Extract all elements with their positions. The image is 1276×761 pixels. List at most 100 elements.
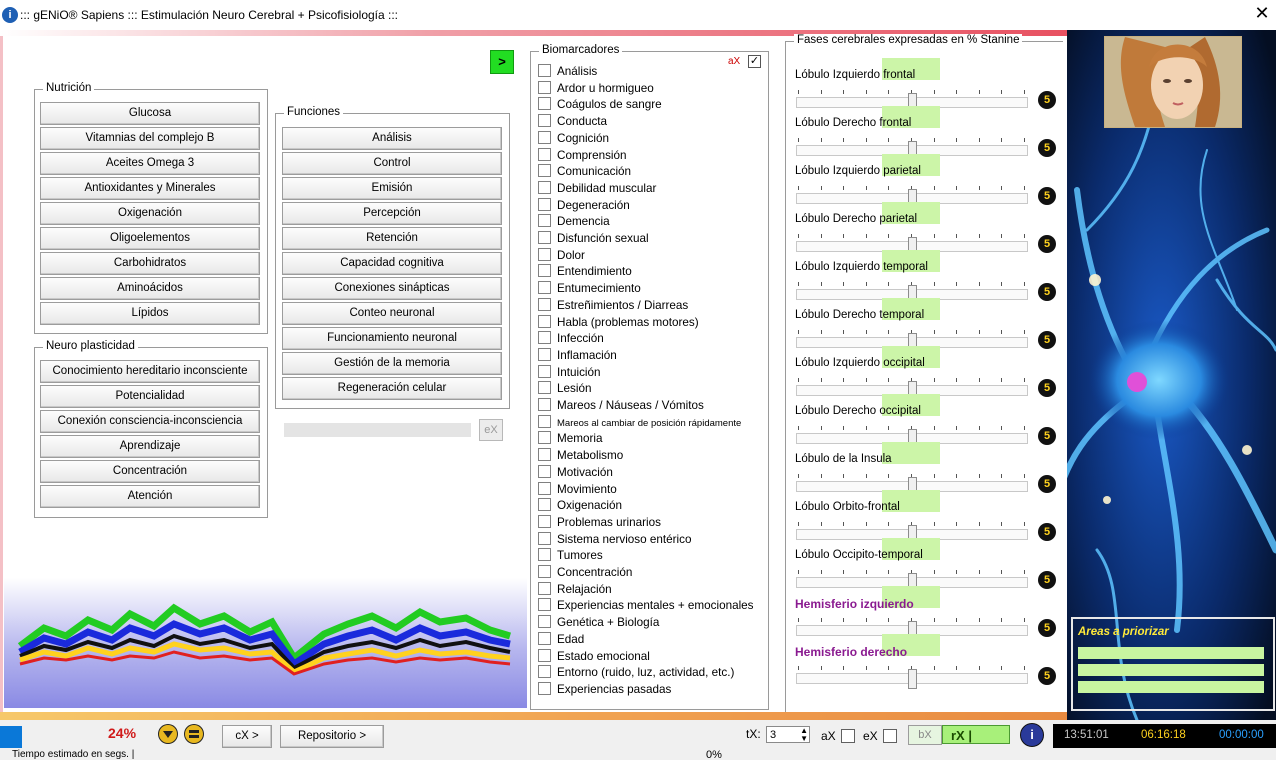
biomarcador-checkbox[interactable] bbox=[538, 381, 551, 395]
biomarcador-item[interactable]: Experiencias mentales + emocionales bbox=[538, 598, 754, 614]
biomarcador-checkbox[interactable] bbox=[538, 414, 551, 428]
biomarcador-item[interactable]: Problemas urinarios bbox=[538, 514, 661, 531]
biomarcador-item[interactable]: Memoria bbox=[538, 431, 602, 447]
cx-button[interactable]: cX > bbox=[222, 725, 272, 748]
neuro-button-atencion[interactable]: Atención bbox=[40, 485, 260, 508]
down-arrow-icon[interactable] bbox=[158, 724, 178, 744]
biomarcador-checkbox[interactable] bbox=[538, 431, 551, 445]
biomarcador-item[interactable]: Metabolismo bbox=[538, 448, 623, 464]
bx-button[interactable]: bX bbox=[908, 725, 942, 745]
biomarcador-item[interactable]: Habla (problemas motores) bbox=[538, 314, 699, 331]
biomarcador-checkbox[interactable] bbox=[538, 598, 551, 612]
biomarcador-item[interactable]: Movimiento bbox=[538, 481, 617, 498]
tx-spinner[interactable]: 3 ▲ ▼ bbox=[766, 726, 810, 743]
biomarcador-checkbox[interactable] bbox=[538, 565, 551, 578]
funciones-button-funcionamiento-neuronal[interactable]: Funcionamiento neuronal bbox=[282, 327, 502, 350]
biomarcador-item[interactable]: Comprensión bbox=[538, 147, 627, 164]
biomarcador-item[interactable]: Intuición bbox=[538, 364, 601, 381]
biomarcador-item[interactable]: Mareos al cambiar de posición rápidament… bbox=[538, 414, 741, 431]
funciones-button-gestion-de-la-memoria[interactable]: Gestión de la memoria bbox=[282, 352, 502, 375]
biomarcador-item[interactable]: Disfunción sexual bbox=[538, 231, 649, 247]
biomarcador-checkbox[interactable] bbox=[538, 231, 551, 244]
biomarcador-checkbox[interactable] bbox=[538, 631, 551, 645]
biomarcador-checkbox[interactable] bbox=[538, 548, 551, 562]
neuro-button-potencialidad[interactable]: Potencialidad bbox=[40, 385, 260, 408]
ex-checkbox[interactable] bbox=[883, 729, 897, 743]
biomarcador-checkbox[interactable] bbox=[538, 531, 551, 545]
biomarcador-checkbox[interactable] bbox=[538, 648, 551, 662]
biomarcador-checkbox[interactable] bbox=[538, 314, 551, 328]
biomarcador-checkbox[interactable] bbox=[538, 214, 551, 228]
info-icon[interactable]: i bbox=[1020, 723, 1044, 747]
biomarcador-item[interactable]: Coágulos de sangre bbox=[538, 97, 662, 113]
biomarcador-item[interactable]: Estreñimientos / Diarreas bbox=[538, 297, 688, 314]
nutricion-button-oxigenacion[interactable]: Oxigenación bbox=[40, 202, 260, 225]
biomarcador-checkbox[interactable] bbox=[538, 97, 551, 111]
next-button[interactable]: > bbox=[490, 50, 514, 74]
biomarcador-item[interactable]: Infección bbox=[538, 331, 604, 347]
ax-checkbox[interactable] bbox=[841, 729, 855, 743]
biomarcador-checkbox[interactable] bbox=[538, 80, 551, 94]
biomarcador-item[interactable]: Entumecimiento bbox=[538, 281, 641, 297]
biomarcador-item[interactable]: Inflamación bbox=[538, 347, 617, 364]
biomarcador-checkbox[interactable] bbox=[538, 331, 551, 345]
phase-slider-thumb[interactable] bbox=[908, 669, 917, 689]
biomarcador-checkbox[interactable] bbox=[538, 130, 551, 144]
biomarcador-checkbox[interactable] bbox=[538, 164, 551, 178]
neuro-button-concentracion[interactable]: Concentración bbox=[40, 460, 260, 483]
funciones-button-regeneracion-celular[interactable]: Regeneración celular bbox=[282, 377, 502, 400]
biomarcador-item[interactable]: Lesión bbox=[538, 381, 591, 397]
biomarcador-checkbox[interactable] bbox=[538, 665, 551, 679]
biomarcador-checkbox[interactable] bbox=[538, 197, 551, 211]
menu-lines-icon[interactable] bbox=[184, 724, 204, 744]
biomarcador-item[interactable]: Experiencias pasadas bbox=[538, 681, 671, 698]
biomarcador-item[interactable]: Estado emocional bbox=[538, 648, 650, 665]
nutricion-button-aceites-omega-3[interactable]: Aceites Omega 3 bbox=[40, 152, 260, 175]
nutricion-button-aminoacidos[interactable]: Aminoácidos bbox=[40, 277, 260, 300]
biomarcador-checkbox[interactable] bbox=[538, 364, 551, 378]
nutricion-button-vitamnias-del-complejo-b[interactable]: Vitamnias del complejo B bbox=[40, 127, 260, 150]
biomarcador-item[interactable]: Degeneración bbox=[538, 197, 630, 214]
close-icon[interactable]: ✕ bbox=[1252, 3, 1272, 24]
biomarcador-checkbox[interactable] bbox=[538, 681, 551, 695]
biomarcador-item[interactable]: Dolor bbox=[538, 247, 585, 264]
funciones-button-percepcion[interactable]: Percepción bbox=[282, 202, 502, 225]
biomarcador-item[interactable]: Edad bbox=[538, 631, 584, 648]
funciones-button-conexiones-sinapticas[interactable]: Conexiones sinápticas bbox=[282, 277, 502, 300]
biomarcador-checkbox[interactable] bbox=[538, 247, 551, 261]
funciones-button-control[interactable]: Control bbox=[282, 152, 502, 175]
nutricion-button-glucosa[interactable]: Glucosa bbox=[40, 102, 260, 125]
biomarcadores-ax-checkbox[interactable]: ✓ bbox=[748, 55, 761, 68]
biomarcador-checkbox[interactable] bbox=[538, 448, 551, 462]
biomarcador-item[interactable]: Ardor u hormigueo bbox=[538, 80, 654, 97]
biomarcador-checkbox[interactable] bbox=[538, 264, 551, 278]
nutricion-button-antioxidantes-y-minerales[interactable]: Antioxidantes y Minerales bbox=[40, 177, 260, 200]
biomarcador-checkbox[interactable] bbox=[538, 581, 551, 595]
biomarcador-checkbox[interactable] bbox=[538, 347, 551, 361]
biomarcador-checkbox[interactable] bbox=[538, 64, 551, 77]
ex-button[interactable]: eX bbox=[479, 419, 503, 441]
biomarcador-checkbox[interactable] bbox=[538, 498, 551, 512]
biomarcador-checkbox[interactable] bbox=[538, 398, 551, 411]
biomarcador-item[interactable]: Entorno (ruido, luz, actividad, etc.) bbox=[538, 665, 734, 681]
funciones-button-conteo-neuronal[interactable]: Conteo neuronal bbox=[282, 302, 502, 325]
rx-button[interactable]: rX | bbox=[942, 725, 1010, 744]
neuro-button-conocimiento-hereditario-inconsciente[interactable]: Conocimiento hereditario inconsciente bbox=[40, 360, 260, 383]
biomarcador-item[interactable]: Demencia bbox=[538, 214, 610, 230]
funciones-button-analisis[interactable]: Análisis bbox=[282, 127, 502, 150]
nutricion-button-oligoelementos[interactable]: Oligoelementos bbox=[40, 227, 260, 250]
app-info-icon[interactable]: i bbox=[2, 7, 18, 23]
biomarcador-item[interactable]: Genética + Biología bbox=[538, 615, 659, 631]
biomarcador-item[interactable]: Cognición bbox=[538, 130, 609, 147]
neuro-button-aprendizaje[interactable]: Aprendizaje bbox=[40, 435, 260, 458]
biomarcador-checkbox[interactable] bbox=[538, 180, 551, 194]
biomarcador-checkbox[interactable] bbox=[538, 481, 551, 495]
nutricion-button-lipidos[interactable]: Lípidos bbox=[40, 302, 260, 325]
funciones-button-retencion[interactable]: Retención bbox=[282, 227, 502, 250]
neuro-button-conexion-consciencia-inconsciencia[interactable]: Conexión consciencia-inconsciencia bbox=[40, 410, 260, 433]
biomarcador-checkbox[interactable] bbox=[538, 615, 551, 629]
biomarcador-item[interactable]: Conducta bbox=[538, 114, 607, 130]
biomarcador-item[interactable]: Mareos / Náuseas / Vómitos bbox=[538, 398, 704, 414]
biomarcador-checkbox[interactable] bbox=[538, 281, 551, 295]
repositorio-button[interactable]: Repositorio > bbox=[280, 725, 384, 748]
